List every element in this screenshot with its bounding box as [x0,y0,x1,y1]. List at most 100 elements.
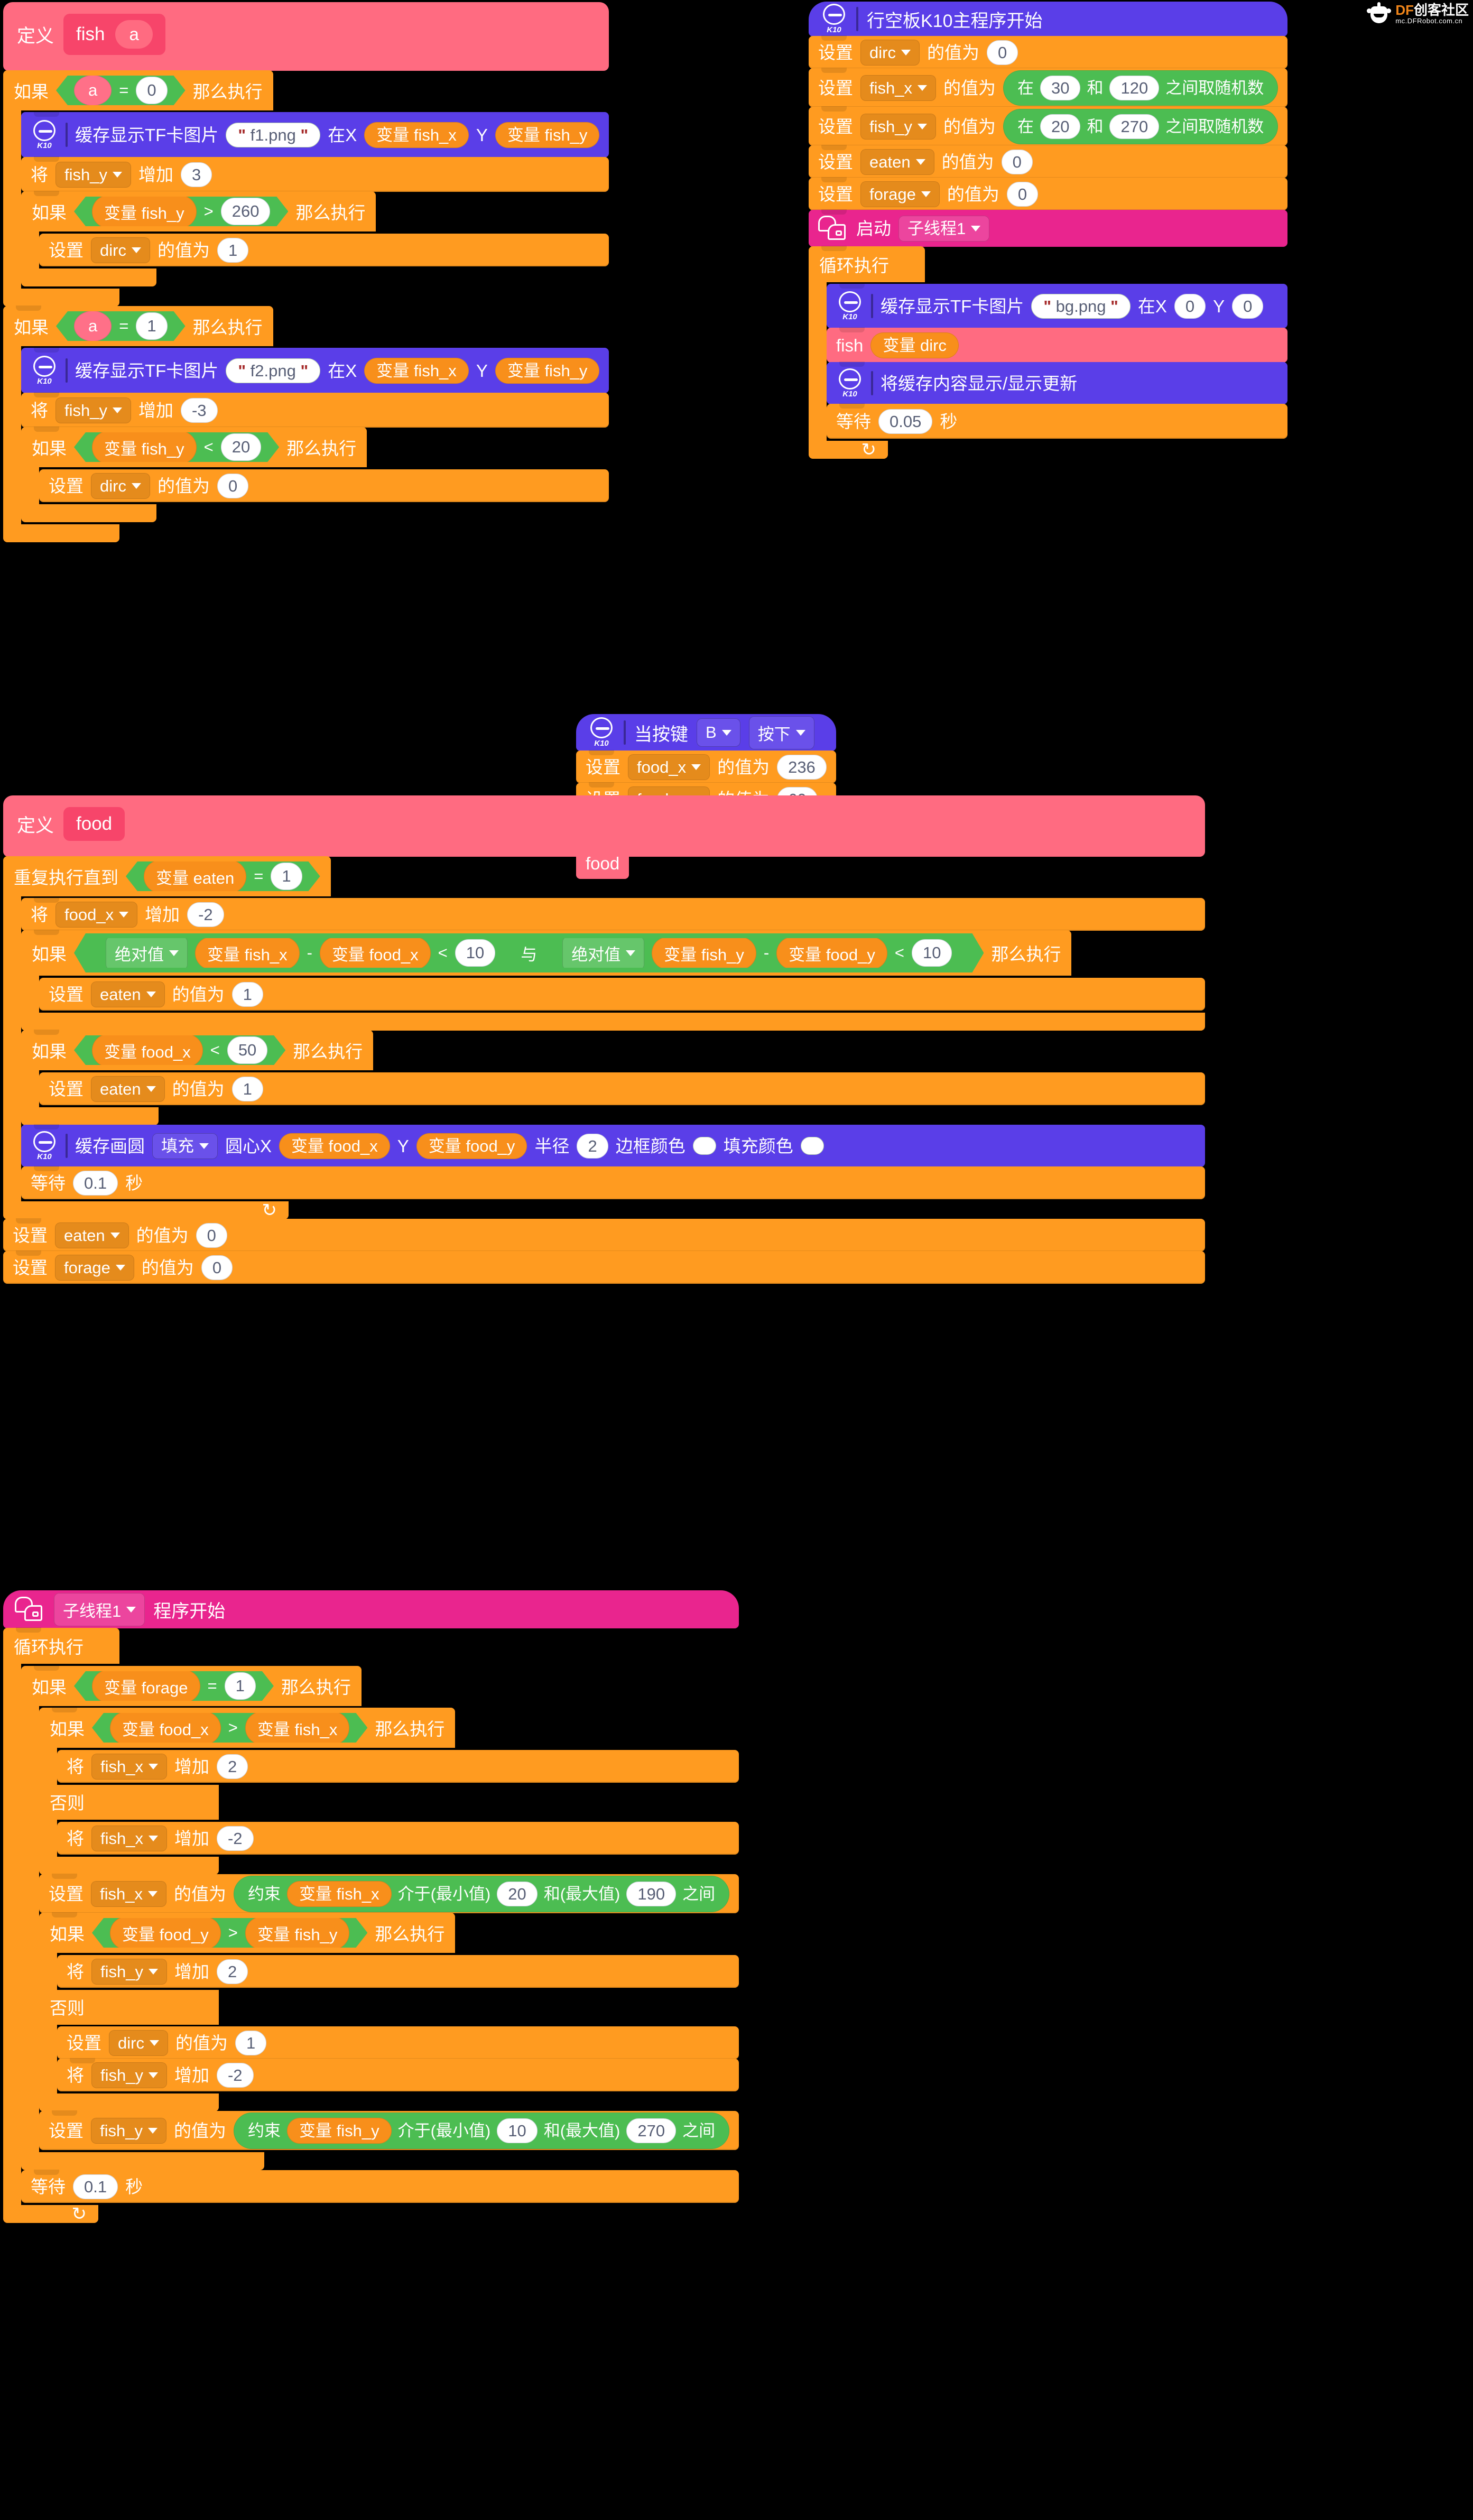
var-fish-x[interactable]: 变量 fish_x [364,122,469,148]
block-set-dirc-1[interactable]: 设置 dirc 的值为 1 [57,2026,739,2059]
constrain-min-input[interactable]: 20 [497,1881,538,1906]
constrain-operator[interactable]: 约束 变量 fish_x 介于(最小值) 20 和(最大值) 190 之间 [233,1875,730,1912]
change-amount-input[interactable]: -3 [180,397,218,423]
set-value-input[interactable]: 1 [217,237,249,263]
hat-on-key-pressed[interactable]: K10 当按键 B 按下 [576,714,836,751]
fill-color-swatch[interactable] [800,1137,824,1155]
image-filename-input[interactable]: " f1.png " [226,122,321,147]
script-thread1[interactable]: 子线程1 程序开始 循环执行 如果 变量 forage = 1 那么执行 如果 … [3,1590,739,2224]
equals-operator[interactable]: 变量 eaten = 1 [126,861,320,891]
if-else-food-y-greater-fish-y[interactable]: 如果 变量 food_y > 变量 fish_y 那么执行 将 fish_y 增… [39,1913,739,2111]
forever-loop-header[interactable]: 循环执行 [809,246,925,282]
variable-dropdown-fish-x[interactable]: fish_x [91,1753,167,1780]
block-wait-seconds[interactable]: 等待 0.1 秒 [21,1166,1205,1199]
var-fish-x[interactable]: 变量 fish_x [364,357,469,384]
if-a-equals-0[interactable]: 如果 a = 0 那么执行 K10 缓存显示TF卡图片 " f1.png " 在… [3,70,609,307]
var-fish-x[interactable]: 变量 fish_x [245,1711,350,1745]
set-value-input[interactable]: 236 [777,754,827,780]
set-value-input[interactable]: 0 [196,1222,227,1248]
image-filename-input[interactable]: " f2.png " [226,358,321,383]
repeat-until-header[interactable]: 重复执行直到 变量 eaten = 1 [3,856,331,896]
block-set-eaten-1b[interactable]: 设置 eaten 的值为 1 [39,1072,1205,1105]
if-forage-equals-1-header[interactable]: 如果 变量 forage = 1 那么执行 [21,1666,362,1706]
var-fish-y[interactable]: 变量 fish_y [495,357,600,384]
equals-right-input[interactable]: 1 [136,312,167,340]
random-min-input[interactable]: 30 [1040,75,1081,100]
block-set-forage-0[interactable]: 设置 forage 的值为 0 [3,1250,1205,1284]
threshold-input-x[interactable]: 10 [455,939,495,967]
set-value-input[interactable]: 0 [1001,149,1033,174]
if-forage-equals-1[interactable]: 如果 变量 forage = 1 那么执行 如果 变量 food_x > 变量 … [21,1666,739,2170]
variable-dropdown-food-x[interactable]: food_x [55,901,138,928]
set-value-input[interactable]: 1 [231,1076,263,1101]
if-else-food-x-header[interactable]: 如果 变量 food_x > 变量 fish_x 那么执行 [39,1708,456,1748]
arg-reporter-a[interactable]: a [74,75,112,106]
variable-dropdown-forage[interactable]: forage [55,1254,134,1281]
wait-seconds-input[interactable]: 0.05 [878,409,933,434]
greater-than-operator[interactable]: 变量 food_y > 变量 fish_y [92,1918,367,1948]
constrain-max-input[interactable]: 270 [626,2118,677,2143]
block-show-tf-image-f2[interactable]: K10 缓存显示TF卡图片 " f2.png " 在X 变量 fish_x Y … [21,347,609,393]
change-amount-input[interactable]: -2 [216,1826,254,1851]
equals-operator[interactable]: a = 1 [56,311,186,341]
block-set-dirc-1[interactable]: 设置 dirc 的值为 1 [39,234,609,266]
random-number-operator[interactable]: 在 20 和 270 之间取随机数 [1003,108,1279,144]
var-food-x[interactable]: 变量 food_x [279,1133,390,1159]
threshold-input-y[interactable]: 10 [912,939,952,967]
block-change-fish-y-by-minus3[interactable]: 将 fish_y 增加 -3 [21,392,609,428]
var-fish-y[interactable]: 变量 fish_y [652,937,756,970]
variable-dropdown-forage[interactable]: forage [860,181,940,207]
if-a-equals-1-header[interactable]: 如果 a = 1 那么执行 [3,306,273,346]
block-set-fish-x-random[interactable]: 设置 fish_x 的值为 在 30 和 120 之间取随机数 [809,68,1288,107]
var-food-y[interactable]: 变量 food_y [776,937,887,970]
image-filename-input[interactable]: " bg.png " [1031,293,1131,319]
variable-dropdown-eaten[interactable]: eaten [91,981,165,1007]
block-workspace[interactable]: DF创客社区 mc.DFRobot.com.cn 定义 fish a 如果 a … [0,0,1473,2520]
if-fish-y-greater-260[interactable]: 如果 变量 fish_y > 260 那么执行 设置 dirc 的值为 1 [21,191,609,286]
fill-mode-dropdown[interactable]: 填充 [152,1133,218,1159]
variable-dropdown-food-x[interactable]: food_x [628,754,710,780]
hat-thread1-start[interactable]: 子线程1 程序开始 [3,1590,739,1628]
if-a-equals-0-header[interactable]: 如果 a = 0 那么执行 [3,70,273,110]
variable-dropdown-dirc[interactable]: dirc [860,39,920,66]
block-display-update[interactable]: K10 将缓存内容显示/显示更新 [827,362,1288,404]
equals-right-input[interactable]: 0 [136,77,167,104]
block-start-thread[interactable]: 启动 子线程1 [809,209,1288,247]
define-proc-arg[interactable]: a [115,20,153,49]
variable-dropdown-eaten[interactable]: eaten [860,149,934,175]
var-fish-y[interactable]: 变量 fish_y [495,122,600,148]
if-food-x-less-50[interactable]: 如果 变量 food_x < 50 那么执行 设置 eaten 的值为 1 [21,1030,1205,1125]
var-fish-x[interactable]: 变量 fish_x [286,1880,392,1907]
arg-reporter-a[interactable]: a [74,311,112,341]
script-main-program[interactable]: K10 行空板K10主程序开始 设置 dirc 的值为 0 设置 fish_x … [809,2,1288,460]
forever-loop-thread1[interactable]: 循环执行 如果 变量 forage = 1 那么执行 如果 变量 food_x … [3,1628,739,2224]
set-value-input[interactable]: 0 [217,473,249,498]
random-min-input[interactable]: 20 [1040,114,1081,139]
set-value-input[interactable]: 1 [235,2030,267,2055]
wait-seconds-input[interactable]: 0.1 [73,1170,118,1196]
var-fish-y[interactable]: 变量 fish_y [92,431,197,464]
repeat-until-eaten[interactable]: 重复执行直到 变量 eaten = 1 将 food_x 增加 -2 如果 绝对… [3,856,1205,1220]
block-set-fish-y-constrain[interactable]: 设置 fish_y 的值为 约束 变量 fish_y 介于(最小值) 10 和(… [39,2110,739,2150]
image-x-input[interactable]: 0 [1174,293,1206,319]
variable-dropdown-fish-y[interactable]: fish_y [91,1958,167,1985]
constrain-min-input[interactable]: 10 [497,2118,538,2143]
block-change-food-x[interactable]: 将 food_x 增加 -2 [21,897,1205,931]
greater-than-operator[interactable]: 变量 food_x > 变量 fish_x [92,1713,367,1743]
change-amount-input[interactable]: 3 [180,162,212,187]
equals-operator[interactable]: 变量 forage = 1 [74,1671,274,1701]
thread-dropdown[interactable]: 子线程1 [54,1592,145,1626]
hat-k10-main-start[interactable]: K10 行空板K10主程序开始 [809,2,1288,36]
variable-dropdown-fish-x[interactable]: fish_x [860,75,936,101]
if-fish-y-less-20[interactable]: 如果 变量 fish_y < 20 那么执行 设置 dirc 的值为 0 [21,427,609,522]
block-set-eaten-0[interactable]: 设置 eaten 的值为 0 [3,1218,1205,1252]
greater-than-operator[interactable]: 变量 fish_y > 260 [74,197,288,226]
compare-right-input[interactable]: 50 [227,1036,267,1064]
variable-dropdown-dirc[interactable]: dirc [109,2030,168,2056]
equals-right-input[interactable]: 1 [225,1672,256,1700]
if-fish-touches-food-header[interactable]: 如果 绝对值 变量 fish_x - 变量 food_x < 10 与 绝对值 … [21,930,1072,976]
var-dirc-argument[interactable]: 变量 dirc [870,332,959,358]
less-than-operator-y[interactable]: 绝对值 变量 fish_y - 变量 food_y < 10 [544,938,970,968]
constrain-max-input[interactable]: 190 [626,1881,677,1906]
block-change-fish-x-minus2[interactable]: 将 fish_x 增加 -2 [57,1822,739,1855]
